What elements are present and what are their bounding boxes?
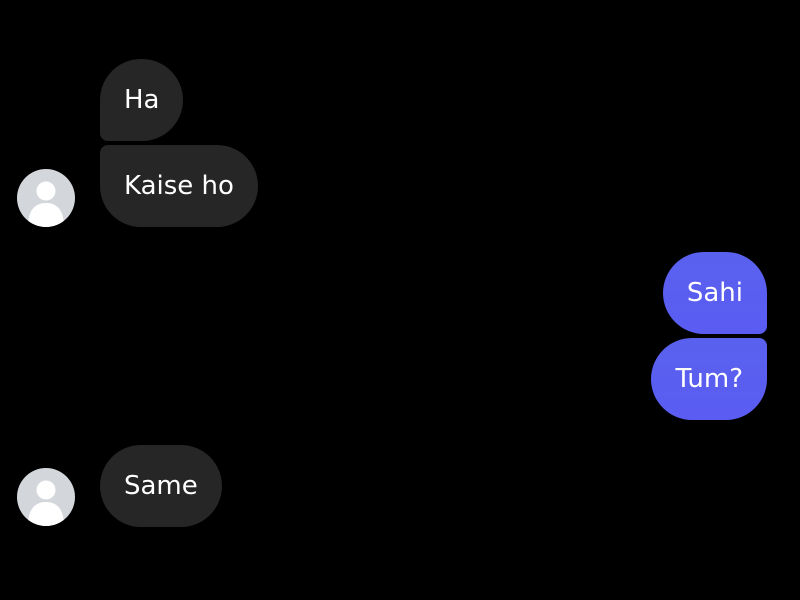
default-user-silhouette-icon <box>28 480 64 526</box>
sender-avatar[interactable] <box>17 169 75 227</box>
message-text: Tum? <box>675 364 743 394</box>
message-text: Kaise ho <box>124 171 234 201</box>
outgoing-message-bubble[interactable]: Tum? <box>651 338 767 420</box>
sender-avatar[interactable] <box>17 468 75 526</box>
incoming-message-bubble[interactable]: Kaise ho <box>100 145 258 227</box>
default-user-silhouette-icon <box>28 181 64 227</box>
message-text: Ha <box>124 85 160 115</box>
outgoing-message-bubble[interactable]: Sahi <box>662 252 767 334</box>
message-text: Same <box>124 471 198 501</box>
chat-thread: Ha Kaise ho Sahi Tum? Same <box>0 0 800 600</box>
incoming-message-bubble[interactable]: Same <box>100 445 222 527</box>
message-text: Sahi <box>686 278 743 308</box>
incoming-message-bubble[interactable]: Ha <box>100 59 184 141</box>
